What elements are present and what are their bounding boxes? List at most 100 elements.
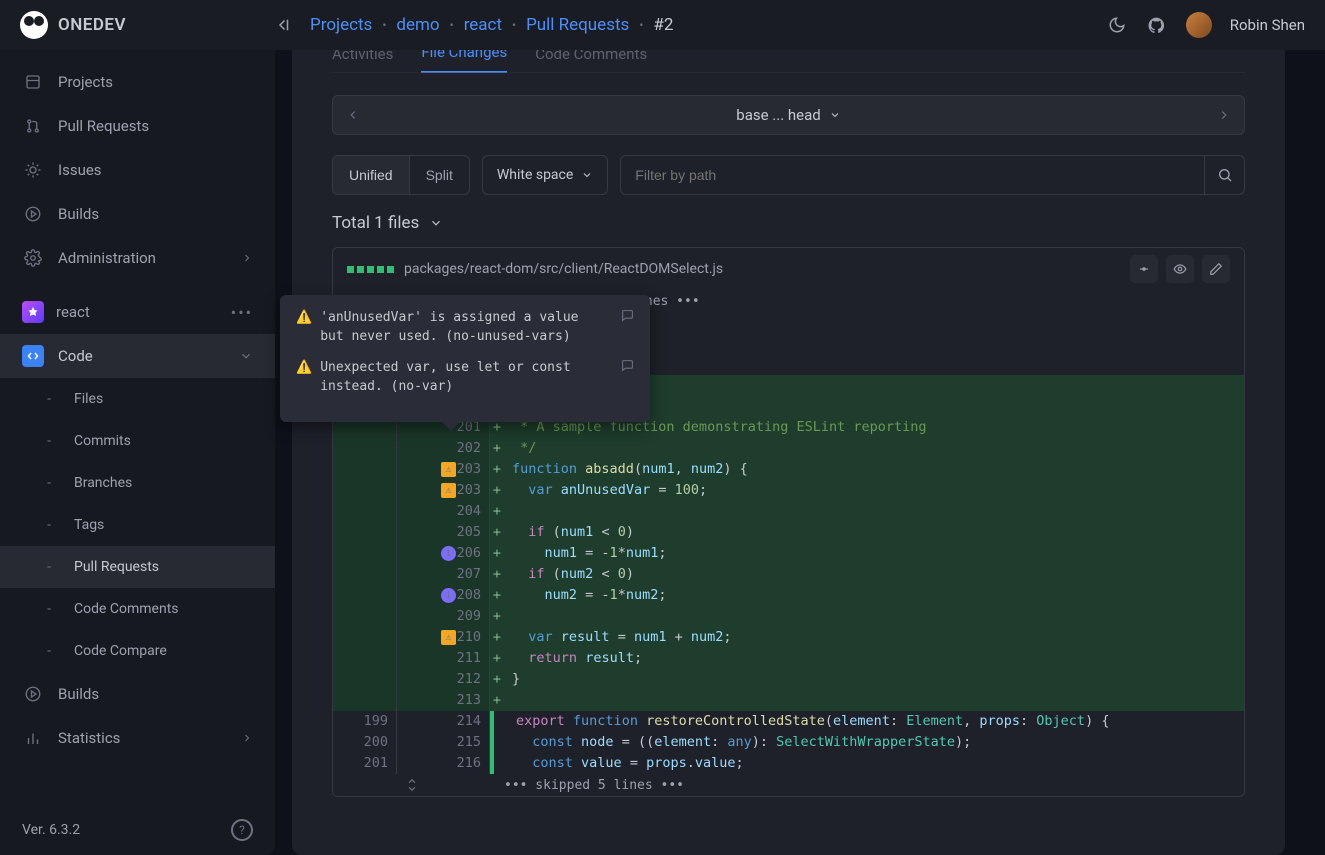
code-line[interactable]: 202+ */	[333, 438, 1244, 459]
code-line[interactable]: 207+ if (num2 < 0)	[333, 564, 1244, 585]
warning-badge-icon[interactable]: ⚠	[441, 630, 456, 645]
sidebar-item-label: Administration	[58, 249, 156, 267]
main: Activities File Changes Code Comments base…	[275, 50, 1325, 855]
dash-icon: -	[38, 433, 60, 449]
user-name[interactable]: Robin Shen	[1230, 16, 1305, 34]
sidebar-code-group[interactable]: Code	[0, 334, 275, 378]
range-prev-button[interactable]	[333, 96, 373, 134]
code-line[interactable]: 210⚠+ var result = num1 + num2;	[333, 627, 1244, 648]
gutter-new: 208i	[397, 585, 490, 606]
code-line[interactable]: 206i+ num1 = -1*num1;	[333, 543, 1244, 564]
brand[interactable]: ONEDEV	[20, 11, 126, 39]
code-line[interactable]: 201216 const value = props.value;	[333, 753, 1244, 774]
code-line[interactable]: 204+	[333, 501, 1244, 522]
dash-icon: -	[38, 517, 60, 533]
range-next-button[interactable]	[1204, 96, 1244, 134]
theme-toggle-button[interactable]	[1106, 14, 1128, 36]
path-filter-input[interactable]	[621, 156, 1204, 194]
diff-view-button[interactable]	[1166, 255, 1194, 283]
gutter-new: 215	[397, 732, 490, 753]
code-line[interactable]: 212+}	[333, 669, 1244, 690]
github-link[interactable]	[1146, 14, 1168, 36]
diff-marker	[494, 711, 508, 732]
split-button[interactable]: Split	[409, 156, 469, 194]
info-badge-icon[interactable]: i	[441, 588, 456, 603]
path-filter-search-button[interactable]	[1204, 156, 1244, 194]
sidebar-item-pull-requests[interactable]: -Pull Requests	[0, 546, 275, 588]
gutter-old	[333, 438, 397, 459]
gutter-old: 199	[333, 711, 397, 732]
sidebar-item-projects[interactable]: Projects	[0, 60, 275, 104]
chevron-down-icon	[829, 109, 841, 121]
code-line[interactable]: 213+	[333, 690, 1244, 711]
breadcrumb-item[interactable]: Pull Requests	[526, 15, 629, 35]
sidebar-item-statistics[interactable]: Statistics	[0, 716, 275, 760]
brand-logo-icon	[20, 11, 48, 39]
gutter-old	[333, 501, 397, 522]
code-line[interactable]: 205+ if (num1 < 0)	[333, 522, 1244, 543]
diff-range-bar: base ... head	[332, 95, 1245, 135]
sidebar-item-builds[interactable]: Builds	[0, 192, 275, 236]
code-line[interactable]: 203⚠+ var anUnusedVar = 100;	[333, 480, 1244, 501]
sidebar-item-tags[interactable]: -Tags	[0, 504, 275, 546]
help-button[interactable]: ?	[231, 819, 253, 841]
range-selector[interactable]: base ... head	[373, 96, 1204, 134]
code-content: */	[504, 438, 1244, 459]
sidebar-item-pull-requests[interactable]: Pull Requests	[0, 104, 275, 148]
sidebar-item-commits[interactable]: -Commits	[0, 420, 275, 462]
project-more-button[interactable]: •••	[231, 303, 253, 322]
gutter-new: 204	[397, 501, 490, 522]
gutter-new: 216	[397, 753, 490, 774]
version-label: Ver. 6.3.2	[22, 822, 80, 838]
range-label: base ... head	[736, 106, 820, 124]
code-line[interactable]: 209+	[333, 606, 1244, 627]
sidebar-item-branches[interactable]: -Branches	[0, 462, 275, 504]
unified-button[interactable]: Unified	[333, 156, 409, 194]
diff-file-path[interactable]: packages/react-dom/src/client/ReactDOMSe…	[404, 261, 723, 277]
dash-icon: -	[38, 559, 60, 575]
sidebar-item-code-compare[interactable]: -Code Compare	[0, 630, 275, 672]
total-files-toggle[interactable]: Total 1 files	[332, 213, 1245, 233]
diff-marker: +	[490, 648, 504, 669]
sidebar-item-label: Issues	[58, 161, 102, 179]
tabs-underline	[332, 72, 1245, 73]
breadcrumb-item[interactable]: react	[464, 15, 502, 35]
code-line[interactable]: 208i+ num2 = -1*num2;	[333, 585, 1244, 606]
user-avatar[interactable]	[1186, 12, 1212, 38]
whitespace-button[interactable]: White space	[482, 155, 608, 195]
total-files-label: Total 1 files	[332, 213, 419, 233]
diff-collapse-button[interactable]	[1130, 255, 1158, 283]
tab-activities[interactable]: Activities	[332, 50, 393, 73]
code-line[interactable]: 211+ return result;	[333, 648, 1244, 669]
breadcrumb-item[interactable]: Projects	[310, 15, 372, 35]
comment-icon[interactable]	[621, 359, 634, 397]
code-line[interactable]: 203⚠+function absadd(num1, num2) {	[333, 459, 1244, 480]
chevron-right-icon	[1217, 108, 1231, 122]
dash-icon: -	[38, 643, 60, 659]
sidebar-item-code-comments[interactable]: -Code Comments	[0, 588, 275, 630]
sidebar-item-builds[interactable]: Builds	[0, 672, 275, 716]
tab-file-changes[interactable]: File Changes	[421, 50, 507, 73]
search-icon	[1217, 167, 1233, 183]
diff-edit-button[interactable]	[1202, 255, 1230, 283]
code-line[interactable]: 199214export function restoreControlledS…	[333, 711, 1244, 732]
sidebar-item-administration[interactable]: Administration	[0, 236, 275, 280]
gutter-new: 213	[397, 690, 490, 711]
sidebar-item-issues[interactable]: Issues	[0, 148, 275, 192]
info-badge-icon[interactable]: i	[441, 546, 456, 561]
sidebar-item-files[interactable]: -Files	[0, 378, 275, 420]
comment-icon[interactable]	[621, 309, 634, 347]
diff-marker: +	[490, 606, 504, 627]
warning-badge-icon[interactable]: ⚠	[441, 483, 456, 498]
warning-badge-icon[interactable]: ⚠	[441, 462, 456, 477]
sidebar-project-header[interactable]: react •••	[0, 290, 275, 334]
gutter-old: 201	[333, 753, 397, 774]
code-content: var anUnusedVar = 100;	[504, 480, 1244, 501]
sidebar-collapse-button[interactable]	[271, 13, 295, 37]
tab-code-comments[interactable]: Code Comments	[535, 50, 647, 73]
sidebar-item-label: Statistics	[58, 729, 120, 747]
code-line[interactable]: 200215 const node = ((element: any): Sel…	[333, 732, 1244, 753]
breadcrumb-item[interactable]: demo	[396, 15, 439, 35]
sidebar: ProjectsPull Requests Issues Builds Adminis…	[0, 50, 275, 855]
expand-bottom-button[interactable]	[333, 774, 490, 796]
